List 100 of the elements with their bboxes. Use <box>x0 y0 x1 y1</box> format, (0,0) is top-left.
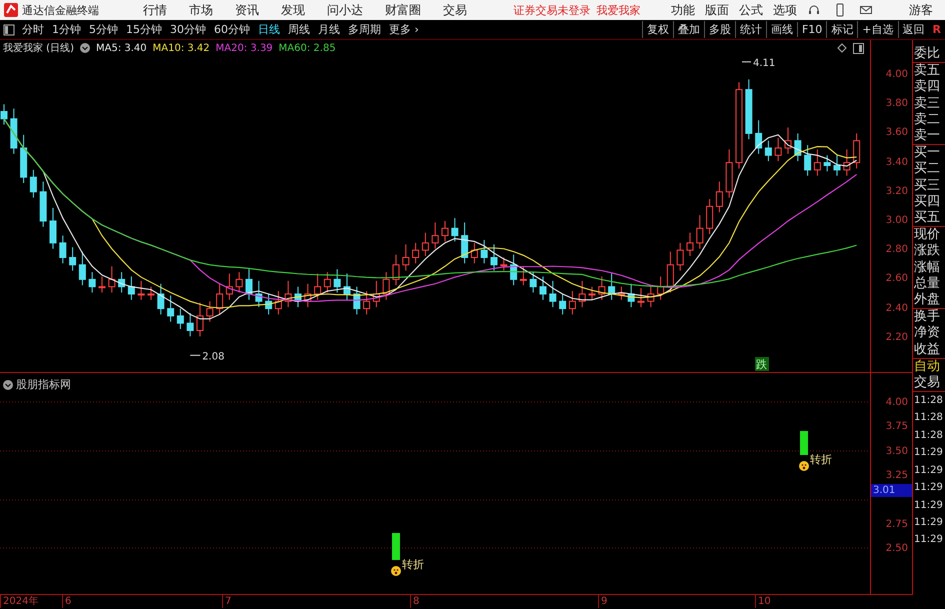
diamond-icon[interactable] <box>837 43 847 53</box>
axis-tick-label: 2.20 <box>886 332 908 344</box>
date-axis-label: 8 <box>410 595 420 608</box>
low-price-label: 2.08 <box>202 351 224 362</box>
period-tab[interactable]: 30分钟 <box>166 22 210 37</box>
quote-field-label: 换手 <box>913 309 941 326</box>
more-menu[interactable]: 更多 › <box>385 22 423 37</box>
menu-item[interactable]: 发现 <box>281 2 305 18</box>
quote-field-label: 委比 <box>913 46 941 62</box>
date-axis-label: 10 <box>755 595 771 608</box>
mail-icon[interactable] <box>859 3 873 17</box>
smiley-icon <box>391 566 401 576</box>
signal-bar <box>800 431 808 455</box>
toolbar-button[interactable]: 标记 <box>826 21 858 38</box>
quote-field-label: 卖一 <box>913 128 941 144</box>
quote-field-label: 收益 <box>913 342 941 358</box>
quote-field-label: 净资 <box>913 325 941 342</box>
menu-item[interactable]: 交易 <box>443 2 467 18</box>
moving-average-value: MA60: 2.85 <box>278 42 336 54</box>
trade-time: 11:29 <box>913 516 944 530</box>
menu-item[interactable]: 行情 <box>143 2 167 18</box>
quote-field-label: 卖二 <box>913 112 941 128</box>
signal-bar <box>392 533 400 560</box>
moving-average-value: MA5: 3.40 <box>96 42 147 54</box>
period-tab[interactable]: 15分钟 <box>122 22 166 37</box>
axis-tick-label: 3.50 <box>886 446 908 458</box>
quote-field-label: 涨跌 <box>913 243 941 260</box>
trade-time: 11:29 <box>913 464 944 478</box>
dropdown-icon[interactable] <box>3 380 13 390</box>
dropdown-icon[interactable] <box>80 43 90 53</box>
axis-tick-label: 3.40 <box>886 156 908 169</box>
period-tab[interactable]: 日线 <box>254 22 284 37</box>
trade-time: 11:28 <box>913 428 944 443</box>
corner-label: R <box>932 23 942 36</box>
quote-field-label: 买四 <box>913 194 941 210</box>
menu-item[interactable]: 公式 <box>739 2 763 18</box>
toolbar-button[interactable]: 多股 <box>704 21 735 38</box>
toolbar-button[interactable]: 画线 <box>766 21 797 38</box>
chart-title: 我爱我家 (日线) <box>3 42 74 55</box>
toolbar-button[interactable]: F10 <box>796 22 826 37</box>
menu-item[interactable]: 市场 <box>189 2 213 18</box>
login-notice-link[interactable]: 证券交易未登录 <box>514 2 590 18</box>
user-label[interactable]: 游客 <box>909 2 933 18</box>
headset-icon[interactable] <box>807 3 821 17</box>
quote-field-label: 买一 <box>913 145 941 162</box>
smiley-icon <box>799 461 809 471</box>
axis-tick-label: 3.20 <box>886 186 908 198</box>
menu-item[interactable]: 功能 <box>671 2 695 18</box>
signal-label: 转折 <box>810 453 832 466</box>
sidebar-toggle-icon[interactable] <box>3 24 15 36</box>
quote-field-label: 外盘 <box>913 292 941 308</box>
menu-item[interactable]: 问小达 <box>327 2 363 18</box>
date-axis-label: 9 <box>598 595 608 608</box>
axis-tick-label: 2.60 <box>886 273 908 286</box>
date-axis-label: 7 <box>222 595 232 608</box>
quote-field-label: 买二 <box>913 161 941 178</box>
period-tab[interactable]: 1分钟 <box>48 22 85 37</box>
current-value-tag: 3.01 <box>871 484 912 497</box>
period-tab[interactable]: 分时 <box>18 22 48 37</box>
axis-tick-label: 4.00 <box>886 69 908 81</box>
period-tab[interactable]: 60分钟 <box>210 22 254 37</box>
axis-tick-label: 3.75 <box>886 421 908 434</box>
trade-time: 11:29 <box>913 481 944 496</box>
trade-title: 交易 <box>913 374 941 392</box>
auto-mode-label[interactable]: 自动 <box>913 358 945 375</box>
quote-field-label: 现价 <box>913 227 941 244</box>
axis-tick-label: 2.50 <box>886 542 908 555</box>
axis-tick-label: 3.60 <box>886 127 908 140</box>
quote-field-label: 买三 <box>913 178 941 194</box>
leader-line <box>742 61 752 62</box>
leader-line <box>190 354 201 356</box>
trade-time: 11:29 <box>913 446 944 460</box>
axis-tick-label: 2.80 <box>886 244 908 256</box>
toolbar-button[interactable]: +自选 <box>857 21 898 38</box>
toolbar-button[interactable]: 叠加 <box>672 21 704 38</box>
menu-item[interactable]: 版面 <box>705 2 729 18</box>
trade-time: 11:28 <box>913 394 944 408</box>
panel-icon[interactable] <box>853 42 864 54</box>
period-tab[interactable]: 5分钟 <box>85 22 122 37</box>
quote-field-label: 卖五 <box>913 63 941 79</box>
toolbar-button[interactable]: 统计 <box>734 21 766 38</box>
toolbar-button[interactable]: 返回 <box>898 21 929 38</box>
login-notice-link[interactable]: 我爱我家 <box>596 2 640 18</box>
axis-tick-label: 3.00 <box>886 215 908 227</box>
period-tab[interactable]: 周线 <box>284 22 314 37</box>
menu-item[interactable]: 选项 <box>773 2 797 18</box>
menu-item[interactable]: 财富圈 <box>385 2 421 18</box>
toolbar-button[interactable]: 复权 <box>642 21 673 38</box>
signal-tag: 跌 <box>755 357 769 371</box>
date-axis-label: 6 <box>62 595 72 608</box>
high-price-label: 4.11 <box>753 58 776 69</box>
period-tab[interactable]: 多周期 <box>344 22 385 37</box>
axis-tick-label: 2.75 <box>886 518 908 530</box>
period-tab[interactable]: 月线 <box>314 22 344 37</box>
quote-field-label: 涨幅 <box>913 260 941 276</box>
menu-item[interactable]: 资讯 <box>235 2 259 18</box>
indicator-title: 股朋指标网 <box>16 377 71 392</box>
app-title: 通达信金融终端 <box>22 2 99 18</box>
quote-field-label: 卖三 <box>913 96 941 112</box>
trade-time: 11:29 <box>913 498 944 512</box>
